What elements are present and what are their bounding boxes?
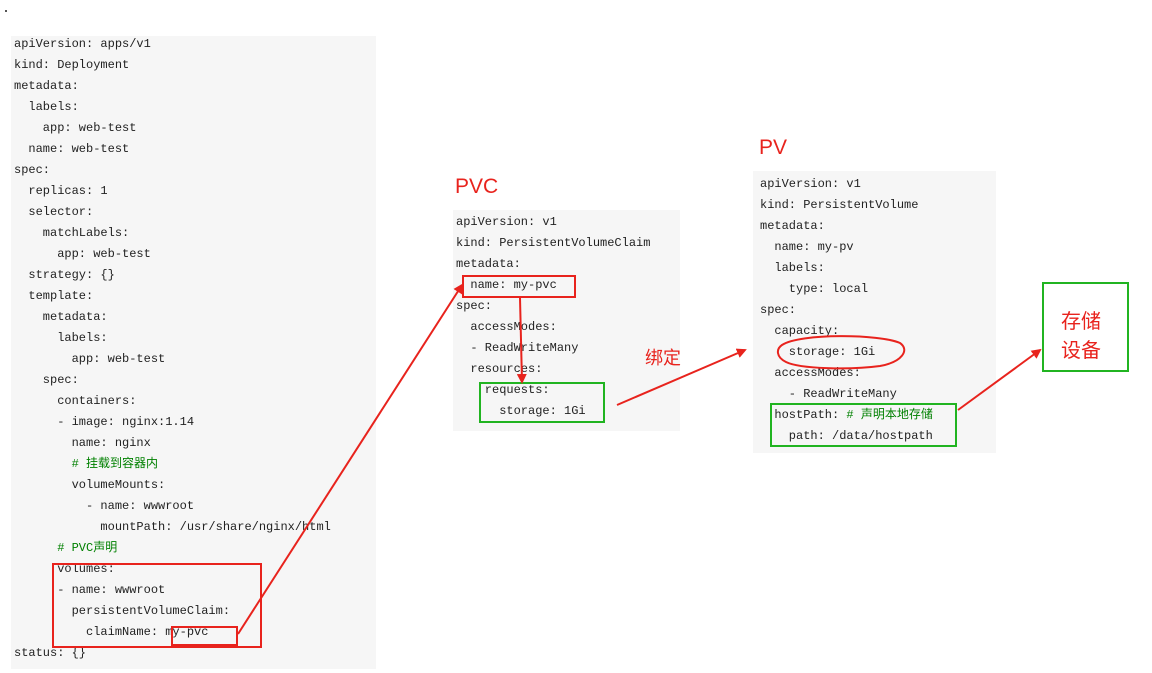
claim-to-pvc-arrow [237,283,464,635]
pvc-name-to-requests-arrow [516,297,527,384]
annotation-overlay [237,283,1042,635]
hostpath-to-device-arrow [957,348,1042,411]
storage-ellipse-annotation [776,335,906,370]
bind-arrow [616,348,747,406]
